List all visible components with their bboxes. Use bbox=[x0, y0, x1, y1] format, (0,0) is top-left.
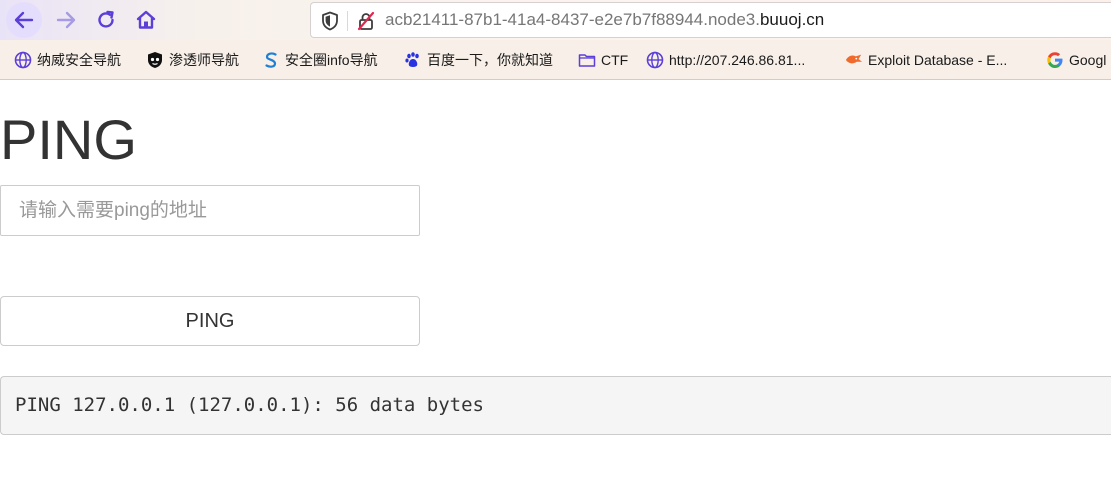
folder-icon bbox=[578, 51, 596, 69]
globe-icon bbox=[646, 51, 664, 69]
bookmark-baidu[interactable]: 百度一下，你就知道 bbox=[404, 50, 553, 70]
url-separator bbox=[347, 11, 348, 31]
url-text[interactable]: acb21411-87b1-41a4-8437-e2e7b7f88944.nod… bbox=[385, 10, 824, 30]
bookmark-label: 渗透师导航 bbox=[169, 52, 239, 68]
back-arrow-icon bbox=[14, 11, 34, 29]
bookmark-label: Googl bbox=[1069, 52, 1107, 68]
exploit-db-icon bbox=[845, 51, 863, 69]
bookmark-label: CTF bbox=[601, 52, 629, 68]
bookmark-folder-ctf[interactable]: CTF bbox=[578, 50, 628, 70]
bookmark-ip-link[interactable]: http://207.246.86.81... bbox=[646, 50, 805, 70]
url-path: acb21411-87b1-41a4-8437-e2e7b7f88944.nod… bbox=[385, 10, 760, 29]
bookmark-exploit-db[interactable]: Exploit Database - E... bbox=[845, 50, 1007, 70]
globe-icon bbox=[14, 51, 32, 69]
page-title: PING bbox=[0, 108, 137, 171]
google-icon bbox=[1046, 51, 1064, 69]
home-button[interactable] bbox=[128, 2, 164, 38]
bookmark-label: 百度一下，你就知道 bbox=[427, 52, 553, 68]
reload-icon bbox=[98, 10, 114, 28]
home-icon bbox=[136, 10, 156, 29]
tracking-protection-shield-icon[interactable] bbox=[321, 11, 339, 31]
bookmark-label: http://207.246.86.81... bbox=[669, 52, 806, 68]
bookmark-nawei-nav[interactable]: 纳威安全导航 bbox=[14, 50, 121, 70]
bookmark-pentester-nav[interactable]: 渗透师导航 bbox=[146, 50, 239, 70]
bookmarks-toolbar: 纳威安全导航 渗透师导航 安全圈info导航 百度一下，你就知道 CTF htt… bbox=[0, 40, 1111, 80]
forward-arrow-icon bbox=[56, 11, 76, 29]
bookmark-anquanquan-nav[interactable]: 安全圈info导航 bbox=[262, 50, 378, 70]
reload-button[interactable] bbox=[88, 2, 124, 38]
baidu-paw-icon bbox=[404, 51, 422, 69]
bookmark-label: 纳威安全导航 bbox=[37, 52, 121, 68]
ping-output: PING 127.0.0.1 (127.0.0.1): 56 data byte… bbox=[0, 376, 1111, 435]
back-button[interactable] bbox=[6, 2, 42, 38]
shield-mask-icon bbox=[146, 51, 164, 69]
insecure-lock-icon[interactable] bbox=[357, 11, 375, 31]
ping-address-input[interactable] bbox=[0, 185, 420, 236]
browser-toolbar: acb21411-87b1-41a4-8437-e2e7b7f88944.nod… bbox=[0, 0, 1111, 40]
url-domain: buuoj.cn bbox=[759, 10, 825, 29]
s-logo-icon bbox=[262, 51, 280, 69]
bookmark-label: 安全圈info导航 bbox=[285, 52, 378, 68]
address-bar[interactable]: acb21411-87b1-41a4-8437-e2e7b7f88944.nod… bbox=[310, 2, 1111, 38]
bookmark-google[interactable]: Googl bbox=[1046, 50, 1106, 70]
ping-button[interactable]: PING bbox=[0, 296, 420, 346]
forward-button[interactable] bbox=[48, 2, 84, 38]
bookmark-label: Exploit Database - E... bbox=[868, 52, 1008, 68]
